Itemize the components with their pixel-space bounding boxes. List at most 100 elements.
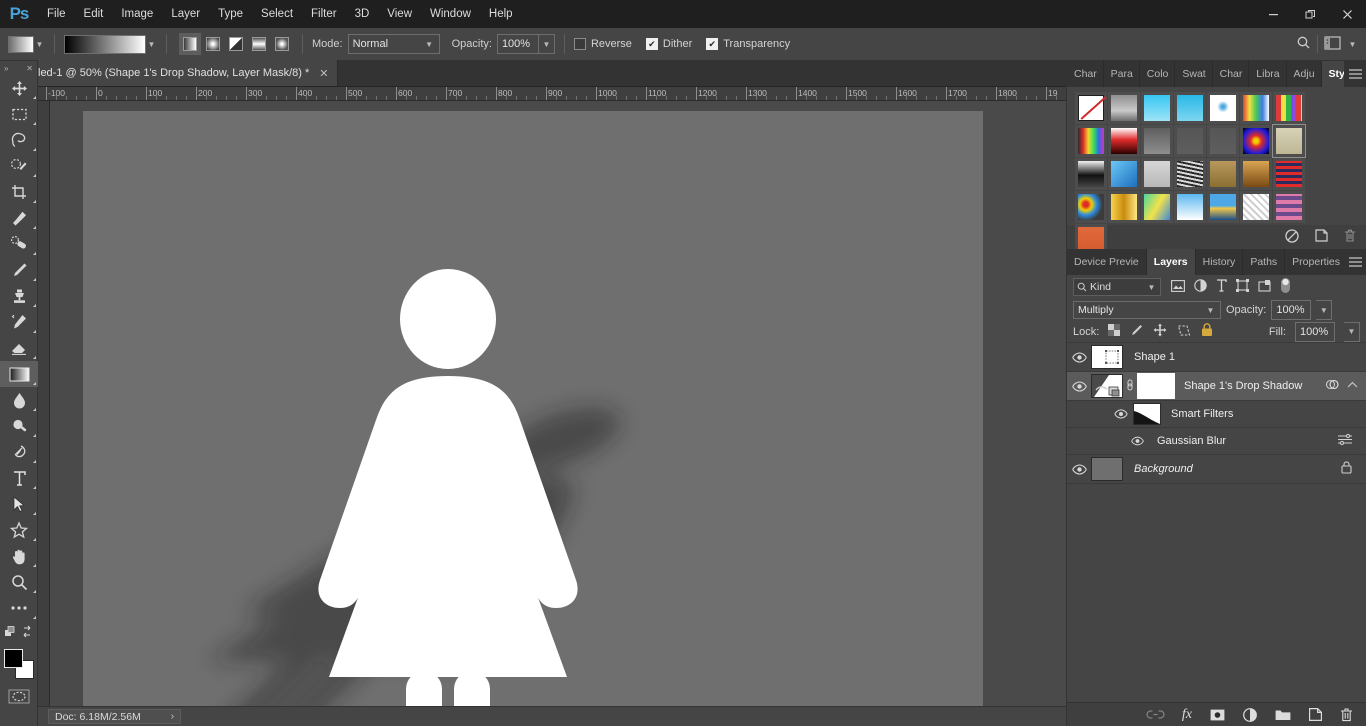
artboard[interactable] [83,111,983,706]
opacity-dropdown-icon[interactable]: ▼ [538,34,555,54]
linear-gradient-icon[interactable] [179,33,201,55]
layer-mask-thumbnail[interactable] [1137,373,1175,399]
menu-select[interactable]: Select [252,0,302,28]
smart-filter-badge-icon[interactable] [1325,378,1340,394]
table-row[interactable]: Smart Filters [1067,401,1366,428]
tab-device-preview[interactable]: Device Previe [1067,249,1147,275]
lock-all-icon[interactable] [1201,323,1213,340]
lock-image-pixels-icon[interactable] [1130,324,1143,340]
chevron-up-icon[interactable] [1347,380,1358,392]
fill-input[interactable]: 100% [1295,321,1335,342]
document-size-status[interactable]: Doc: 6.18M/2.56M › [48,709,182,724]
style-swatch-soft-edge-1[interactable] [1174,125,1206,157]
table-row[interactable]: Shape 1 [1067,343,1366,372]
style-swatch-sky[interactable] [1174,191,1206,223]
hand-tool[interactable] [0,543,38,569]
move-tool[interactable] [0,75,38,101]
edit-toolbar-tool[interactable] [0,595,38,621]
search-icon[interactable] [1296,35,1311,53]
tab-character-styles[interactable]: Char [1067,61,1104,87]
layer-opacity-dropdown-icon[interactable]: ▼ [1316,300,1333,320]
style-swatch-confetti[interactable] [1075,191,1107,223]
close-icon[interactable]: ✕ [26,64,33,73]
add-mask-icon[interactable] [1210,709,1225,721]
chevron-right-icon[interactable]: › [171,711,174,722]
transparency-checkbox[interactable]: Transparency [706,38,790,50]
gradient-preview-swatch[interactable] [64,34,146,54]
tab-properties[interactable]: Properties [1285,249,1349,275]
minimize-icon[interactable] [1255,0,1292,28]
reverse-checkbox[interactable]: Reverse [573,38,632,50]
fx-icon[interactable]: fx [1182,707,1192,723]
eyedropper-tool[interactable] [0,205,38,231]
smart-filter-mask-thumbnail[interactable] [1133,403,1161,425]
tab-paragraph[interactable]: Para [1104,61,1140,87]
close-icon[interactable] [1329,0,1366,28]
panel-menu-icon[interactable] [1344,249,1366,275]
angle-gradient-icon[interactable] [225,33,247,55]
style-swatch-light-gray[interactable] [1141,158,1173,190]
lock-position-icon[interactable] [1153,323,1167,340]
clear-style-icon[interactable] [1285,228,1299,246]
menu-filter[interactable]: Filter [302,0,346,28]
tab-color[interactable]: Colo [1140,61,1176,87]
tab-swatches[interactable]: Swat [1175,61,1213,87]
menu-type[interactable]: Type [209,0,252,28]
blur-tool[interactable] [0,387,38,413]
tab-character[interactable]: Char [1213,61,1250,87]
canvas-area[interactable] [50,101,1066,706]
menu-view[interactable]: View [378,0,421,28]
style-swatch-spectrum[interactable] [1075,125,1107,157]
style-swatch-color-stripes[interactable] [1273,92,1305,124]
adjustment-layer-icon[interactable] [1243,707,1257,722]
rectangular-marquee-tool[interactable] [0,101,38,127]
layer-visibility-toggle[interactable] [1067,463,1091,475]
menu-help[interactable]: Help [480,0,522,28]
new-group-icon[interactable] [1275,709,1291,721]
menu-file[interactable]: File [38,0,75,28]
delete-layer-icon[interactable] [1340,707,1353,722]
dither-checkbox[interactable]: Dither [645,38,692,50]
filter-adjustment-icon[interactable] [1194,279,1207,295]
style-swatch-pink-stripes[interactable] [1273,191,1305,223]
menu-3d[interactable]: 3D [346,0,379,28]
crop-tool[interactable] [0,179,38,205]
new-layer-icon[interactable] [1309,708,1322,721]
foreground-color-swatch[interactable] [4,649,23,668]
style-swatch-sky-blue-gradient[interactable] [1141,92,1173,124]
link-layers-icon[interactable] [1146,710,1165,719]
style-swatch-rainbow-soft[interactable] [1141,191,1173,223]
close-icon[interactable]: ✕ [319,67,328,80]
layer-name[interactable]: Shape 1 [1134,351,1175,363]
menu-window[interactable]: Window [421,0,480,28]
custom-shape-tool[interactable] [0,517,38,543]
style-swatch-cream-frame[interactable] [1272,124,1306,158]
delete-style-icon[interactable] [1344,229,1356,246]
opacity-input[interactable]: 100% [496,34,539,54]
table-row[interactable]: Shape 1's Drop Shadow [1067,372,1366,401]
menu-layer[interactable]: Layer [162,0,209,28]
smart-filters-visibility-toggle[interactable] [1109,409,1133,419]
gaussian-blur-visibility-toggle[interactable] [1125,436,1149,446]
toolbar-collapse-header[interactable]: » ✕ [0,61,37,75]
tab-adjustments[interactable]: Adju [1287,61,1322,87]
tab-layers[interactable]: Layers [1146,249,1196,275]
style-swatch-basic-drop-shadow[interactable] [1108,92,1140,124]
document-tab[interactable]: led-1 @ 50% (Shape 1's Drop Shadow, Laye… [38,60,338,86]
tab-paths[interactable]: Paths [1243,249,1286,275]
layer-visibility-toggle[interactable] [1067,380,1091,392]
color-swatches[interactable] [0,645,38,685]
tab-libraries[interactable]: Libra [1249,61,1287,87]
layer-mask-link-icon[interactable] [1126,378,1134,395]
zoom-tool[interactable] [0,569,38,595]
reflected-gradient-icon[interactable] [248,33,270,55]
filter-toggle-icon[interactable] [1280,277,1291,297]
tab-history[interactable]: History [1196,249,1244,275]
path-selection-tool[interactable] [0,491,38,517]
layer-visibility-toggle[interactable] [1067,351,1091,363]
style-swatch-bronze[interactable] [1207,158,1239,190]
restore-icon[interactable] [1292,0,1329,28]
filter-name[interactable]: Gaussian Blur [1157,435,1226,447]
layer-filter-kind-select[interactable]: Kind ▼ [1073,278,1161,296]
menu-image[interactable]: Image [112,0,162,28]
